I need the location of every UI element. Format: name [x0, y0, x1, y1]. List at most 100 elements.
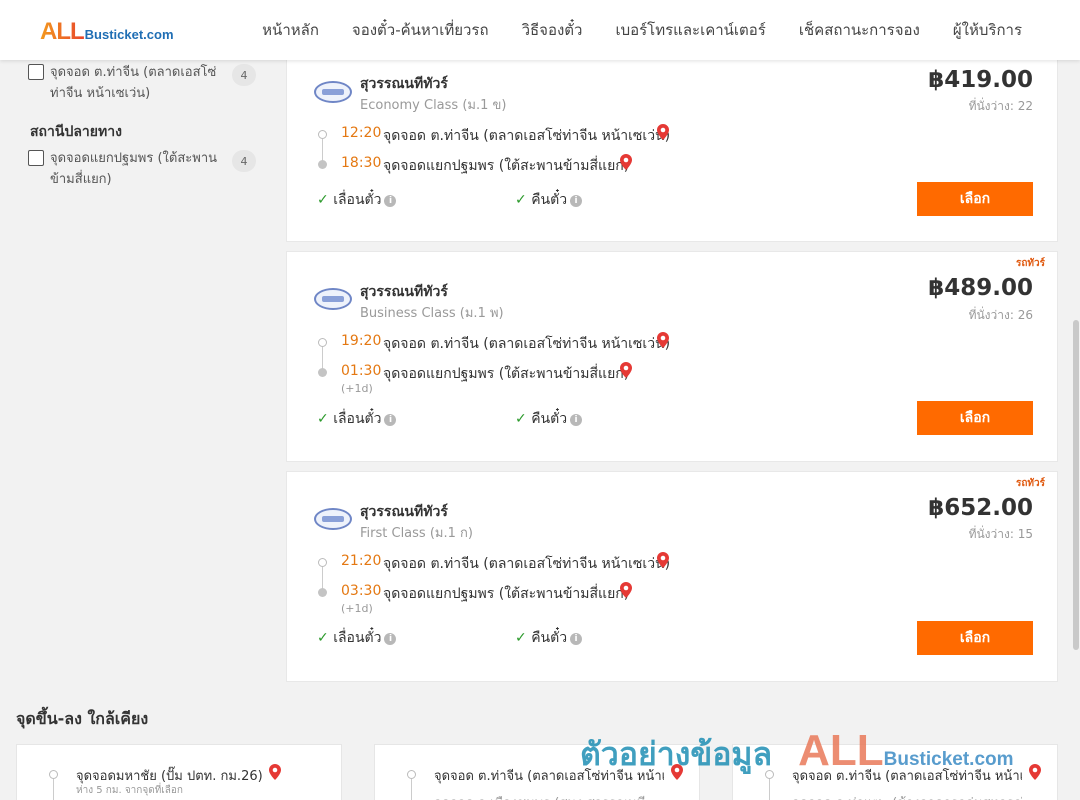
depart-time: 21:20: [341, 553, 382, 569]
info-icon[interactable]: i: [384, 414, 397, 426]
operator-logo-icon: [314, 288, 352, 310]
map-pin-icon[interactable]: [269, 764, 281, 780]
feature-refund-label: คืนตั๋ว: [531, 411, 568, 427]
arrive-time: 03:30: [341, 583, 382, 599]
feature-refund: ✓ คืนตั๋ว i: [515, 408, 583, 430]
depart-place: จุดจอด ต.ท่าจีน (ตลาดเอสโซ่ท่าจีน หน้าเซ…: [383, 336, 671, 352]
feature-reschedule-label: เลื่อนตั๋ว: [333, 192, 382, 208]
destination-filter-title: สถานีปลายทาง: [30, 124, 122, 140]
arrive-place: จุดจอดแยกปฐมพร (ใต้สะพานข้ามสี่แยก): [383, 586, 630, 602]
nearby-stop-card[interactable]: จุดจอด ต.ท่าจีน (ตลาดเอสโซ่ท่าจีน หน้าเซ…: [732, 744, 1058, 800]
select-trip-button[interactable]: เลือก: [917, 401, 1033, 435]
feature-reschedule-label: เลื่อนตั๋ว: [333, 411, 382, 427]
trip-price: ฿652.00: [928, 495, 1033, 521]
info-icon[interactable]: i: [384, 195, 397, 207]
map-pin-icon[interactable]: [671, 764, 683, 780]
map-pin-icon[interactable]: [657, 124, 669, 140]
check-icon: ✓: [317, 192, 329, 208]
map-pin-icon[interactable]: [657, 552, 669, 568]
timeline-line: [411, 779, 412, 800]
operator-name: สุวรรณนทีทัวร์: [360, 284, 448, 300]
scrollbar-thumb[interactable]: [1073, 320, 1079, 650]
nearby-stop-card[interactable]: จุดจอดมหาชัย (ปั๊ม ปตท. กม.26) ห่าง 5 กม…: [16, 744, 342, 800]
arrive-dot-icon: [318, 160, 327, 169]
operator-name: สุวรรณนทีทัวร์: [360, 76, 448, 92]
page-scrollbar[interactable]: [1072, 60, 1080, 800]
trip-price: ฿489.00: [928, 275, 1033, 301]
map-pin-icon[interactable]: [1029, 764, 1041, 780]
depart-place: จุดจอด ต.ท่าจีน (ตลาดเอสโซ่ท่าจีน หน้าเซ…: [383, 128, 671, 144]
feature-refund-label: คืนตั๋ว: [531, 630, 568, 646]
nearby-stops-title: จุดขึ้น-ลง ใกล้เคียง: [16, 709, 149, 728]
feature-reschedule: ✓ เลื่อนตั๋ว i: [317, 189, 397, 211]
arrive-place: จุดจอดแยกปฐมพร (ใต้สะพานข้ามสี่แยก): [383, 366, 630, 382]
nearby-stop-place-2: จุดจอด อ.ท่าแซะ (ข้างอาคารกลุ่มสหกรณ์: [792, 792, 1022, 800]
feature-refund-label: คืนตั๋ว: [531, 192, 568, 208]
nav-check-booking[interactable]: เช็คสถานะการจอง: [799, 18, 920, 42]
timeline-line: [769, 779, 770, 800]
arrive-place: จุดจอดแยกปฐมพร (ใต้สะพานข้ามสี่แยก): [383, 158, 630, 174]
nearby-stop-card[interactable]: จุดจอด ต.ท่าจีน (ตลาดเอสโซ่ท่าจีน หน้าเซ…: [374, 744, 700, 800]
seats-available: ที่นั่งว่าง: 22: [968, 99, 1033, 113]
trip-card: รถทัวร์ สุวรรณนทีทัวร์ First Class (ม.1 …: [286, 471, 1058, 682]
trip-card: รถทัวร์ สุวรรณนทีทัวร์ Business Class (ม…: [286, 251, 1058, 462]
info-icon[interactable]: i: [570, 414, 583, 426]
logo-all: ALL: [40, 18, 85, 45]
destination-filter-checkbox[interactable]: [28, 150, 44, 166]
map-pin-icon[interactable]: [620, 582, 632, 598]
select-trip-button[interactable]: เลือก: [917, 182, 1033, 216]
nearby-stop-distance: ห่าง 5 กม. จากจุดที่เลือก: [76, 785, 183, 796]
timeline-line: [53, 779, 54, 800]
destination-filter-label: จุดจอดแยกปฐมพร (ใต้สะพานข้ามสี่แยก): [50, 151, 218, 187]
depart-time: 12:20: [341, 125, 382, 141]
depart-place: จุดจอด ต.ท่าจีน (ตลาดเอสโซ่ท่าจีน หน้าเซ…: [383, 556, 671, 572]
destination-filter-count: 4: [232, 150, 256, 172]
origin-filter-checkbox[interactable]: [28, 64, 44, 80]
nav-operators[interactable]: ผู้ให้บริการ: [953, 18, 1022, 42]
bus-class: Business Class (ม.1 พ): [360, 306, 504, 321]
feature-reschedule: ✓ เลื่อนตั๋ว i: [317, 627, 397, 649]
nav-how-to-book[interactable]: วิธีจองตั๋ว: [522, 18, 583, 42]
nearby-stop-place: จุดจอด ต.ท่าจีน (ตลาดเอสโซ่ท่าจีน หน้าเซ…: [434, 769, 664, 784]
main-nav: หน้าหลัก จองตั๋ว-ค้นหาเที่ยวรถ วิธีจองตั…: [262, 0, 1022, 60]
check-icon: ✓: [317, 411, 329, 427]
nav-book-search[interactable]: จองตั๋ว-ค้นหาเที่ยวรถ: [352, 18, 489, 42]
trip-card: สุวรรณนทีทัวร์ Economy Class (ม.1 ข) ฿41…: [286, 52, 1058, 242]
map-pin-icon[interactable]: [620, 362, 632, 378]
operator-logo-icon: [314, 508, 352, 530]
origin-filter-item[interactable]: จุดจอด ต.ท่าจีน (ตลาดเอสโซ่ท่าจีน หน้าเซ…: [28, 62, 256, 104]
site-logo[interactable]: ALL Busticket.com: [40, 18, 174, 46]
depart-dot-icon: [318, 558, 327, 567]
map-pin-icon[interactable]: [657, 332, 669, 348]
nav-phone-counter[interactable]: เบอร์โทรและเคาน์เตอร์: [615, 18, 765, 42]
check-icon: ✓: [515, 630, 527, 646]
check-icon: ✓: [515, 411, 527, 427]
check-icon: ✓: [317, 630, 329, 646]
depart-dot-icon: [318, 130, 327, 139]
depart-dot-icon: [318, 338, 327, 347]
nearby-stop-place: จุดจอด ต.ท่าจีน (ตลาดเอสโซ่ท่าจีน หน้าเซ…: [792, 769, 1022, 784]
arrive-time: 01:30: [341, 363, 382, 379]
select-trip-button[interactable]: เลือก: [917, 621, 1033, 655]
logo-rest: Busticket.com: [84, 27, 174, 42]
operator-name: สุวรรณนทีทัวร์: [360, 504, 448, 520]
origin-filter-count: 4: [232, 64, 256, 86]
map-pin-icon[interactable]: [620, 154, 632, 170]
operator-logo-icon: [314, 81, 352, 103]
info-icon[interactable]: i: [570, 633, 583, 645]
next-day-note: (+1d): [341, 602, 373, 615]
top-navbar: ALL Busticket.com หน้าหลัก จองตั๋ว-ค้นหา…: [0, 0, 1080, 60]
info-icon[interactable]: i: [570, 195, 583, 207]
seats-available: ที่นั่งว่าง: 15: [968, 527, 1033, 541]
arrive-dot-icon: [318, 368, 327, 377]
info-icon[interactable]: i: [384, 633, 397, 645]
bus-type-badge: รถทัวร์: [1015, 258, 1045, 269]
arrive-time: 18:30: [341, 155, 382, 171]
trip-price: ฿419.00: [928, 67, 1033, 93]
destination-filter-item[interactable]: จุดจอดแยกปฐมพร (ใต้สะพานข้ามสี่แยก) 4: [28, 148, 256, 190]
nav-home[interactable]: หน้าหลัก: [262, 18, 319, 42]
arrive-dot-icon: [318, 588, 327, 597]
feature-refund: ✓ คืนตั๋ว i: [515, 627, 583, 649]
feature-reschedule-label: เลื่อนตั๋ว: [333, 630, 382, 646]
origin-filter-label: จุดจอด ต.ท่าจีน (ตลาดเอสโซ่ท่าจีน หน้าเซ…: [50, 65, 217, 101]
